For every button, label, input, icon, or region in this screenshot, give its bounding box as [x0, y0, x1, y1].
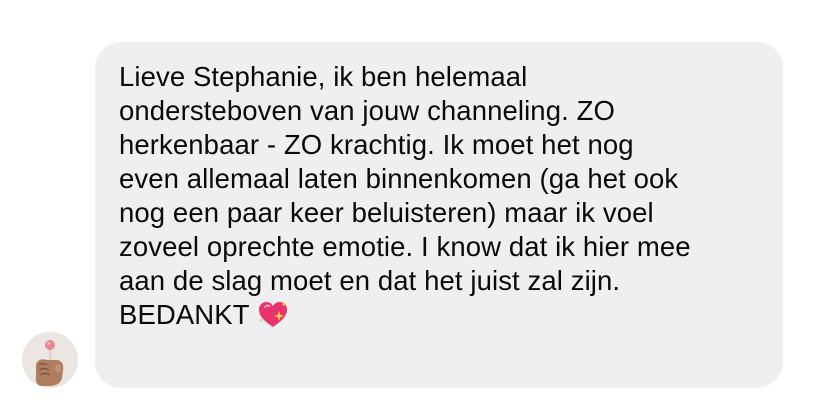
sender-avatar[interactable]	[22, 332, 78, 388]
message-line: herkenbaar - ZO krachtig. Ik moet het no…	[119, 129, 634, 160]
sparkling-heart-icon	[256, 298, 290, 338]
message-line: even allemaal laten binnenkomen (ga het …	[119, 163, 679, 194]
message-line: aan de slag moet en dat het juist zal zi…	[119, 265, 621, 296]
message-line: Lieve Stephanie, ik ben helemaal	[119, 61, 528, 92]
message-last-line: BEDANKT	[119, 298, 759, 338]
message-bubble[interactable]: Lieve Stephanie, ik ben helemaal onderst…	[95, 42, 783, 388]
message-line-text: BEDANKT	[119, 299, 250, 330]
chat-thread: Lieve Stephanie, ik ben helemaal onderst…	[0, 0, 816, 418]
avatar-photo-icon	[22, 332, 78, 388]
message-text: Lieve Stephanie, ik ben helemaal onderst…	[119, 60, 759, 338]
message-line: nog een paar keer beluisteren) maar ik v…	[119, 197, 654, 228]
message-line: zoveel oprechte emotie. I know dat ik hi…	[119, 231, 691, 262]
message-line: ondersteboven van jouw channeling. ZO	[119, 95, 615, 126]
